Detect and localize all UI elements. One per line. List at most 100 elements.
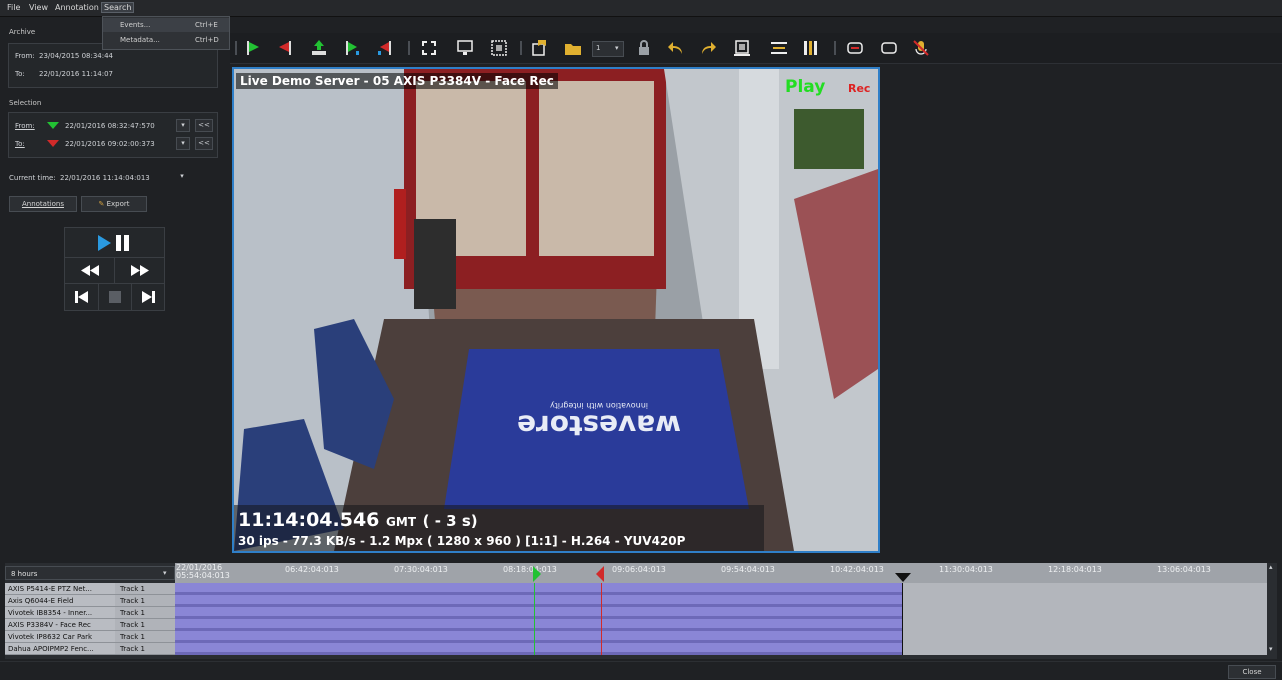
goto-start-marker-icon[interactable]	[343, 39, 361, 57]
chevron-down-icon: ▾	[615, 44, 619, 52]
skip-end-button[interactable]	[132, 284, 164, 310]
camera-row-name[interactable]: Vivotek IP8632 Car Park	[5, 631, 115, 643]
toolbar-separator	[235, 41, 237, 55]
video-panel[interactable]: wavestore innovation with integrity Live…	[232, 67, 880, 553]
timeline-tick: 08:18:04:013	[503, 565, 557, 574]
toolbar-separator	[408, 41, 410, 55]
timeline-tick: 10:42:04:013	[830, 565, 884, 574]
skip-start-icon	[75, 291, 88, 303]
redo-icon[interactable]	[699, 39, 717, 57]
fast-forward-button[interactable]	[115, 258, 164, 284]
page-select[interactable]: 1 ▾	[592, 41, 624, 57]
set-start-marker-icon[interactable]	[244, 39, 262, 57]
camera-row-track: Track 1	[115, 631, 175, 643]
disk-icon[interactable]	[880, 39, 898, 57]
osd-offset: ( - 3 s)	[422, 512, 478, 530]
rec-indicator: Rec	[848, 82, 871, 95]
selection-to-value[interactable]: 22/01/2016 09:02:00:373	[65, 140, 155, 148]
camera-row-track: Track 1	[115, 643, 175, 655]
set-end-marker-icon[interactable]	[276, 39, 294, 57]
current-time-value[interactable]: 22/01/2016 11:14:04:013	[60, 174, 150, 182]
menu-item-metadata-shortcut: Ctrl+D	[195, 36, 219, 44]
open-folder-icon[interactable]	[564, 39, 582, 57]
rewind-icon	[81, 265, 99, 276]
stop-button[interactable]	[99, 284, 132, 310]
menu-file[interactable]: File	[7, 3, 20, 12]
archive-from-label: From:	[15, 52, 35, 60]
selection-from-dropdown[interactable]: ▾	[176, 119, 190, 132]
skip-end-icon	[142, 291, 155, 303]
current-time-dropdown[interactable]: ▾	[177, 171, 187, 182]
camera-row-track: Track 1	[115, 583, 175, 595]
bookmark-icon[interactable]	[530, 39, 548, 57]
stop-icon	[109, 291, 121, 303]
mat-logo: wavestore innovation with integrity	[504, 401, 694, 442]
play-pause-button[interactable]	[65, 228, 164, 258]
annotations-button[interactable]: Annotations	[9, 196, 77, 212]
playhead-marker-icon[interactable]	[895, 573, 911, 583]
frame-icon[interactable]	[733, 39, 751, 57]
archive-to-label: To:	[15, 70, 25, 78]
export-label: Export	[106, 200, 130, 208]
timeline-tick: 13:06:04:013	[1157, 565, 1211, 574]
playback-controls	[64, 227, 165, 311]
selection-to-jump-button[interactable]: <<	[195, 137, 213, 150]
selection-end-marker-icon[interactable]	[595, 566, 605, 582]
export-button[interactable]: ✎ Export	[81, 196, 147, 212]
camera-row-name[interactable]: Dahua APOIPMP2 Fenc...	[5, 643, 115, 655]
red-marker-icon	[47, 140, 59, 147]
timeline-tick: 06:42:04:013	[285, 565, 339, 574]
page-select-value: 1	[596, 44, 601, 52]
selection-start-line	[534, 583, 535, 655]
green-marker-icon	[47, 122, 59, 129]
selection-end-line	[601, 583, 602, 655]
fullscreen-icon[interactable]	[420, 39, 438, 57]
timeline-tick: 12:18:04:013	[1048, 565, 1102, 574]
timeline-ruler[interactable]: 22/01/2016 05:54:04:013 06:42:04:013 07:…	[175, 563, 1267, 583]
menu-item-metadata[interactable]: Metadata... Ctrl+D	[103, 33, 229, 47]
selection-from-value[interactable]: 22/01/2016 08:32:47:570	[65, 122, 155, 130]
timeline-tick: 11:30:04:013	[939, 565, 993, 574]
storage-icon[interactable]	[846, 39, 864, 57]
selection-from-jump-button[interactable]: <<	[195, 119, 213, 132]
archive-from-value: 23/04/2015 08:34:44	[39, 52, 114, 60]
undo-icon[interactable]	[667, 39, 685, 57]
menu-annotation[interactable]: Annotation	[55, 3, 99, 12]
search-dropdown-menu: Events... Ctrl+E Metadata... Ctrl+D	[102, 16, 230, 50]
timeline-tracks[interactable]	[175, 583, 1267, 655]
time-range-select[interactable]: 8 hours ▾	[5, 566, 175, 580]
camera-row-name[interactable]: Axis Q6044-E Field	[5, 595, 115, 607]
monitor-icon[interactable]	[456, 39, 474, 57]
recorded-segments	[175, 583, 903, 655]
menu-bar: File View Annotation Search	[0, 0, 1282, 17]
align-icon[interactable]	[770, 39, 788, 57]
menu-item-events[interactable]: Events... Ctrl+E	[103, 18, 229, 32]
play-pause-icon	[98, 235, 129, 251]
osd-time-line: 11:14:04.546 GMT ( - 3 s)	[238, 509, 478, 531]
menu-view[interactable]: View	[29, 3, 48, 12]
selection-to-dropdown[interactable]: ▾	[176, 137, 190, 150]
mute-microphone-icon[interactable]	[912, 39, 930, 57]
lock-icon[interactable]	[635, 39, 653, 57]
status-bar: Close	[0, 661, 1282, 680]
skip-start-button[interactable]	[65, 284, 99, 310]
snapshot-icon[interactable]	[490, 39, 508, 57]
menu-search[interactable]: Search	[101, 2, 135, 13]
goto-end-marker-icon[interactable]	[376, 39, 394, 57]
rewind-button[interactable]	[65, 258, 115, 284]
camera-row-name[interactable]: Vivotek IB8354 - Inner...	[5, 607, 115, 619]
close-button[interactable]: Close	[1228, 665, 1276, 679]
camera-row-name[interactable]: AXIS P5414-E PTZ Net...	[5, 583, 115, 595]
columns-icon[interactable]	[802, 39, 820, 57]
timeline-tick: 07:30:04:013	[394, 565, 448, 574]
camera-row-name[interactable]: AXIS P3384V - Face Rec	[5, 619, 115, 631]
timeline-scrollbar[interactable]: ▴ ▾	[1269, 563, 1277, 655]
toolbar-separator	[834, 41, 836, 55]
timeline-panel: 8 hours ▾ 22/01/2016 05:54:04:013 06:42:…	[5, 563, 1277, 659]
scroll-down-icon: ▾	[1269, 645, 1273, 653]
archive-heading: Archive	[9, 28, 36, 36]
selection-start-marker-icon[interactable]	[532, 566, 542, 582]
move-markers-icon[interactable]	[310, 39, 328, 57]
time-range-value: 8 hours	[11, 570, 38, 578]
play-indicator: Play	[785, 77, 826, 97]
